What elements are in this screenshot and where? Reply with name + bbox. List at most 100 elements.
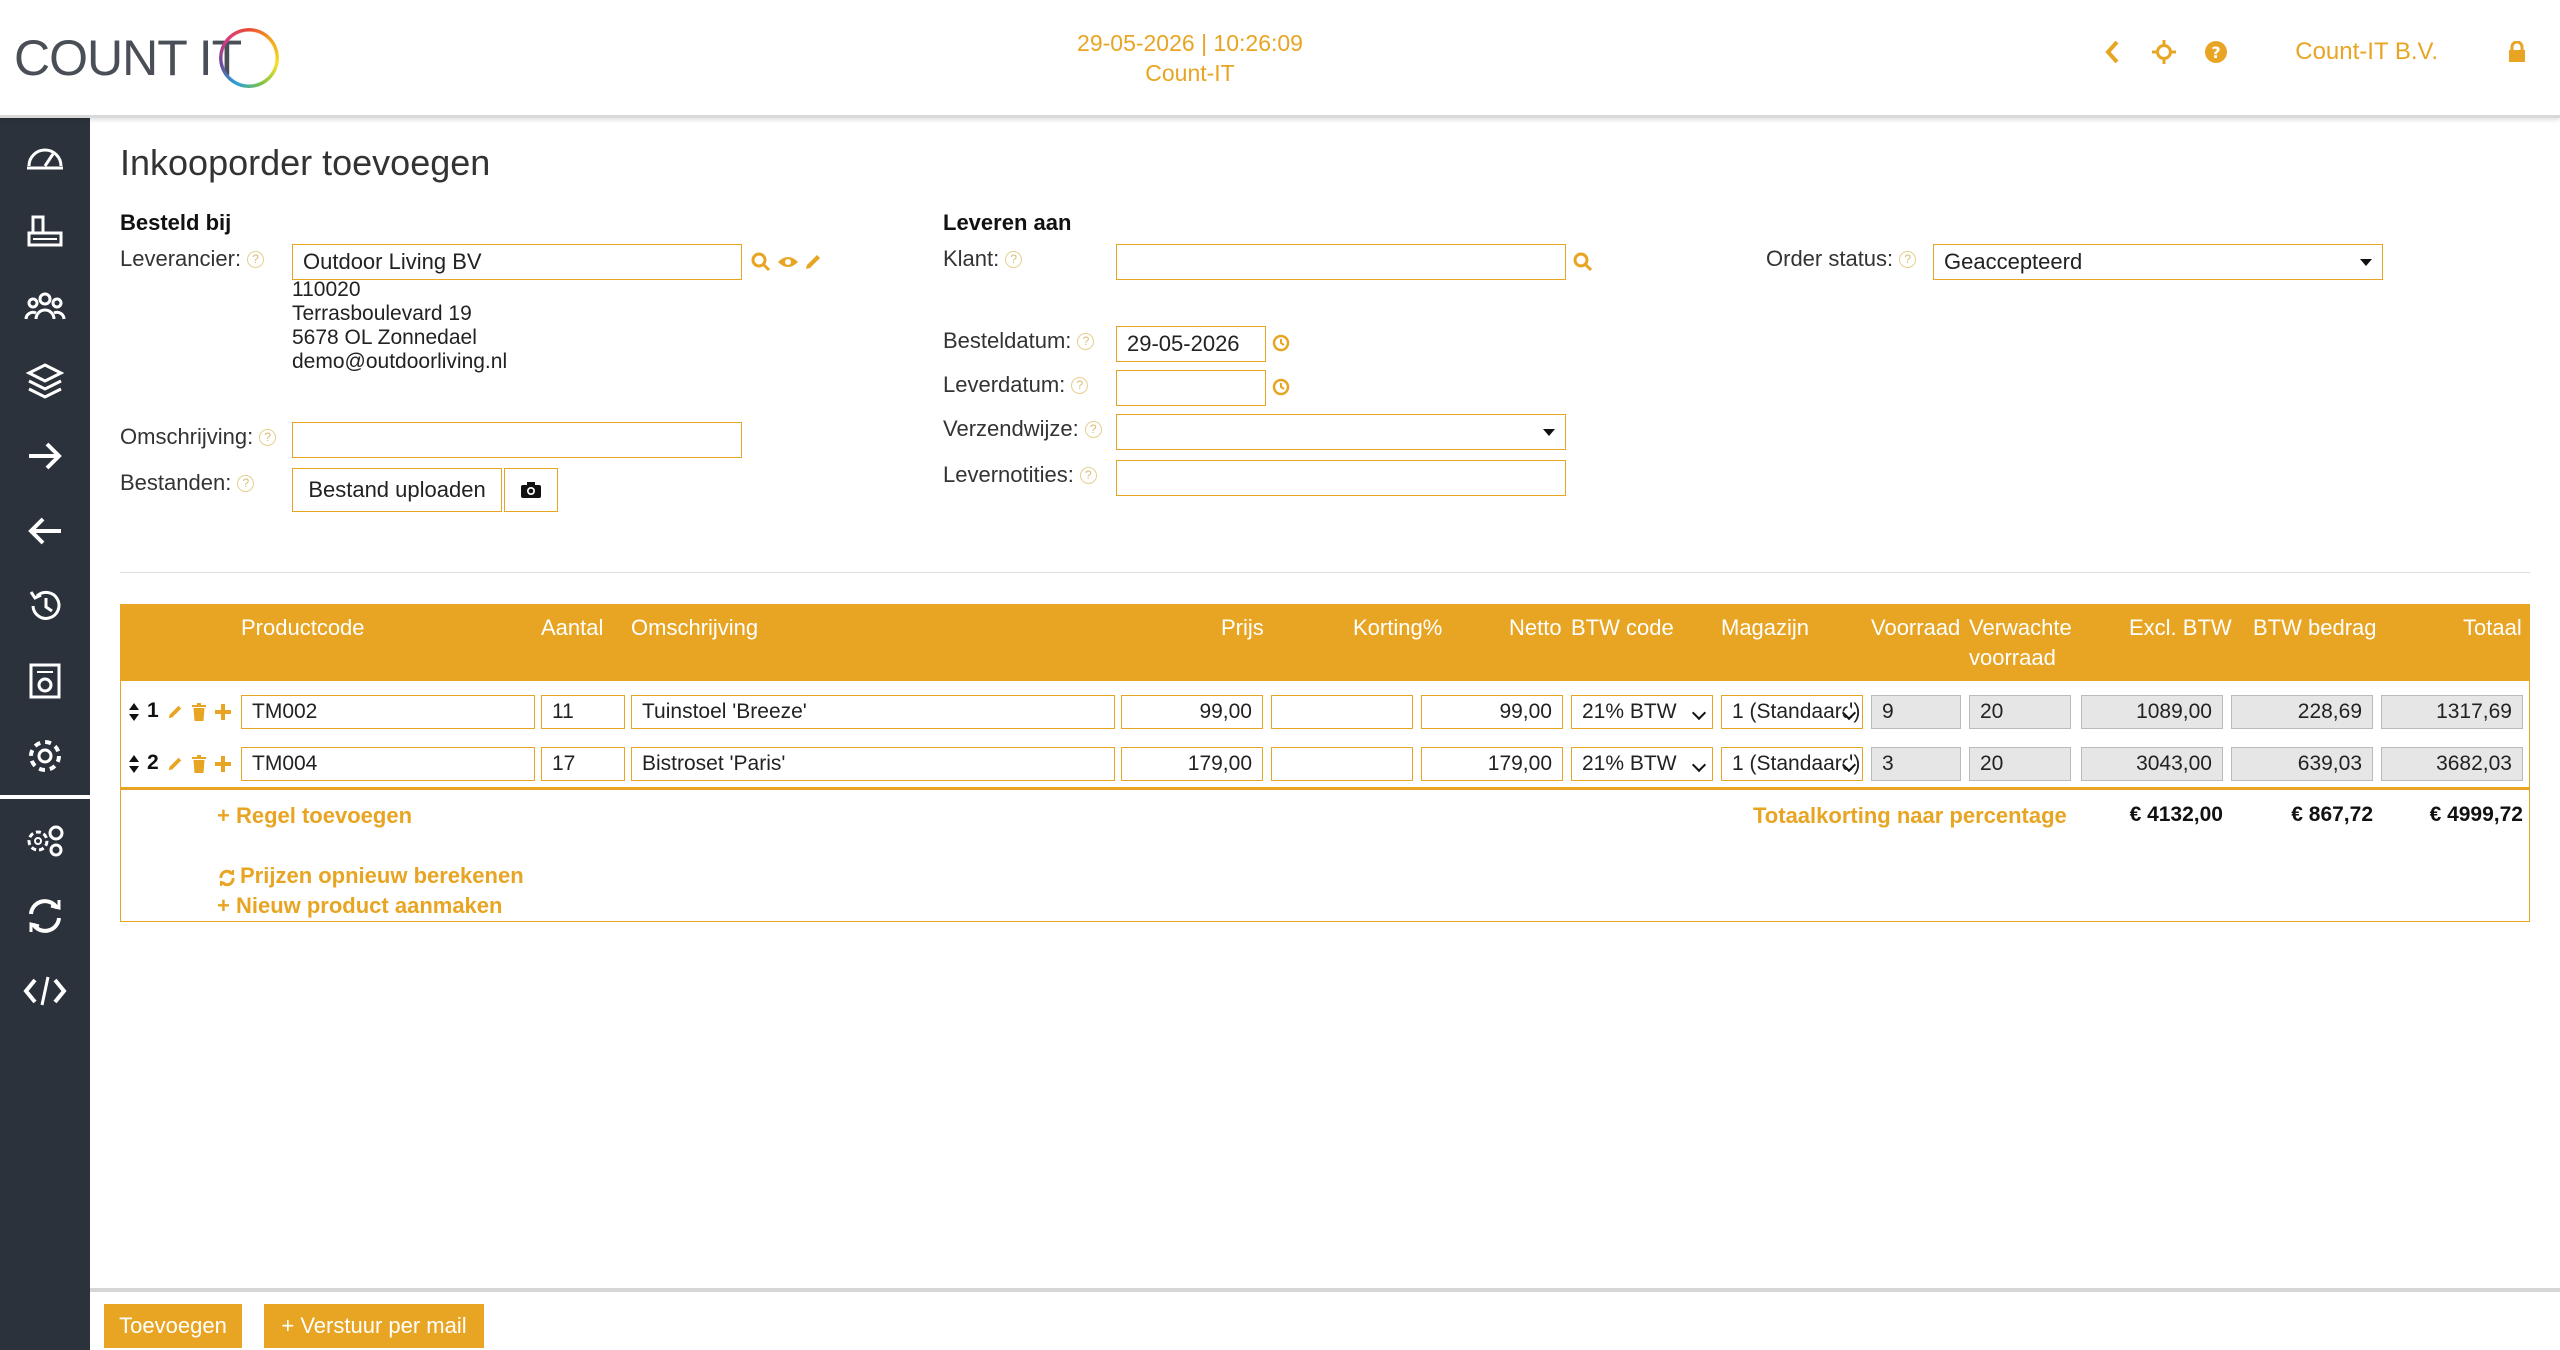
warehouse-select[interactable]: 1 (Standaard) (1721, 747, 1863, 781)
arrow-left-icon (28, 517, 61, 544)
delivery-date-input[interactable] (1116, 370, 1266, 406)
lock-icon[interactable] (2504, 39, 2530, 65)
order-date-label-wrap: Besteldatum: ? (943, 328, 1095, 354)
description-input[interactable] (292, 422, 742, 458)
edit-pencil-icon[interactable] (165, 753, 185, 775)
quantity-input[interactable]: 17 (541, 747, 625, 781)
sidebar-item-users[interactable] (0, 268, 90, 343)
edit-pencil-icon[interactable] (802, 250, 824, 274)
recalculate-prices-link[interactable]: Prijzen opnieuw berekenen (240, 863, 524, 889)
sidebar (0, 118, 90, 1350)
vat-amount-value: 639,03 (2231, 747, 2373, 781)
col-omschrijving: Omschrijving (631, 615, 759, 640)
sidebar-item-cashregister[interactable] (0, 193, 90, 268)
sync-icon (29, 898, 61, 933)
col-verwachte-line1: Verwachte (1969, 615, 2072, 640)
vat-code-select[interactable]: 21% BTW (1571, 695, 1713, 729)
add-order-button[interactable]: Toevoegen (104, 1304, 242, 1348)
help-tooltip-icon[interactable]: ? (237, 474, 255, 492)
col-netto: Netto (1509, 615, 1562, 640)
notes-label: Levernotities: (943, 462, 1074, 487)
shipping-label: Verzendwijze: (943, 416, 1079, 441)
supplier-input[interactable]: Outdoor Living BV (292, 244, 742, 280)
description-input[interactable]: Tuinstoel 'Breeze' (631, 695, 1115, 729)
sidebar-item-advanced-settings[interactable] (0, 803, 90, 878)
order-status-select[interactable]: Geaccepteerd (1933, 244, 2383, 280)
discount-input[interactable] (1271, 747, 1413, 781)
net-input[interactable]: 99,00 (1421, 695, 1563, 729)
description-input[interactable]: Bistroset 'Paris' (631, 747, 1115, 781)
discount-input[interactable] (1271, 695, 1413, 729)
send-mail-button[interactable]: + Verstuur per mail (264, 1304, 484, 1348)
sidebar-item-products[interactable] (0, 343, 90, 418)
sidebar-item-dashboard[interactable] (0, 118, 90, 193)
warehouse-select[interactable]: 1 (Standaard) (1721, 695, 1863, 729)
col-verwachte-voorraad: Verwachte voorraad (1969, 613, 2072, 673)
logo-ring-icon (219, 28, 280, 88)
shipping-select[interactable] (1116, 414, 1566, 450)
edit-pencil-icon[interactable] (165, 701, 185, 723)
trash-icon[interactable] (189, 753, 209, 775)
company-name[interactable]: Count-IT B.V. (2295, 38, 2438, 66)
col-btw-code: BTW code (1571, 615, 1674, 640)
net-input[interactable]: 179,00 (1421, 747, 1563, 781)
help-tooltip-icon[interactable]: ? (1071, 376, 1089, 394)
search-icon[interactable] (1572, 250, 1594, 274)
help-tooltip-icon[interactable]: ? (259, 428, 277, 446)
clock-icon[interactable] (1270, 374, 1292, 400)
total-discount-link[interactable]: Totaalkorting naar percentage (1753, 803, 2067, 829)
help-tooltip-icon[interactable]: ? (1005, 250, 1023, 268)
help-icon[interactable]: ? (2203, 39, 2229, 65)
top-header: COUNT IT 29-05-2026 | 10:26:09 Count-IT … (0, 0, 2560, 118)
settings-sun-icon[interactable] (2151, 39, 2177, 65)
svg-text:?: ? (2212, 43, 2221, 62)
vat-code-select[interactable]: 21% BTW (1571, 747, 1713, 781)
back-icon[interactable] (2099, 39, 2125, 65)
sort-handle-icon[interactable] (127, 753, 141, 775)
files-label-wrap: Bestanden: ? (120, 470, 255, 496)
sidebar-item-reports[interactable] (0, 643, 90, 718)
logo[interactable]: COUNT IT (14, 18, 280, 98)
sidebar-item-history[interactable] (0, 568, 90, 643)
upload-file-button[interactable]: Bestand uploaden (292, 468, 502, 512)
sort-handle-icon[interactable] (127, 701, 141, 723)
delivery-date-label: Leverdatum: (943, 372, 1066, 397)
sidebar-item-outgoing[interactable] (0, 418, 90, 493)
refresh-icon[interactable] (217, 867, 237, 889)
camera-icon (521, 482, 541, 498)
code-icon (23, 976, 67, 1005)
help-tooltip-icon[interactable]: ? (247, 250, 265, 268)
new-product-link[interactable]: + Nieuw product aanmaken (217, 893, 502, 919)
help-tooltip-icon[interactable]: ? (1899, 250, 1917, 268)
customer-label-wrap: Klant: ? (943, 246, 1023, 272)
productcode-input[interactable]: TM002 (241, 695, 535, 729)
table-header: Productcode Aantal Omschrijving Prijs Ko… (121, 605, 2529, 681)
plus-icon[interactable] (213, 701, 233, 723)
delivery-section-title: Leveren aan (943, 210, 1072, 235)
col-verwachte-line2: voorraad (1969, 645, 2056, 670)
sidebar-item-sync[interactable] (0, 878, 90, 953)
trash-icon[interactable] (189, 701, 209, 723)
camera-button[interactable] (504, 468, 558, 512)
sidebar-item-developer[interactable] (0, 953, 90, 1028)
total-vat: € 867,72 (2291, 803, 2373, 826)
help-tooltip-icon[interactable]: ? (1079, 466, 1097, 484)
help-tooltip-icon[interactable]: ? (1077, 332, 1095, 350)
productcode-input[interactable]: TM004 (241, 747, 535, 781)
clock-icon[interactable] (1270, 330, 1292, 356)
order-date-input[interactable]: 29-05-2026 (1116, 326, 1266, 362)
price-input[interactable]: 179,00 (1121, 747, 1263, 781)
sidebar-item-incoming[interactable] (0, 493, 90, 568)
quantity-input[interactable]: 11 (541, 695, 625, 729)
price-input[interactable]: 99,00 (1121, 695, 1263, 729)
plus-icon[interactable] (213, 753, 233, 775)
help-tooltip-icon[interactable]: ? (1084, 420, 1102, 438)
header-actions: ? Count-IT B.V. (2099, 38, 2530, 66)
sidebar-item-settings[interactable] (0, 718, 90, 793)
customer-input[interactable] (1116, 244, 1566, 280)
delivery-notes-input[interactable] (1116, 460, 1566, 496)
add-row-link[interactable]: + Regel toevoegen (217, 803, 412, 829)
expected-stock-value: 20 (1969, 695, 2071, 729)
search-icon[interactable] (750, 250, 772, 274)
eye-icon[interactable] (776, 250, 800, 274)
